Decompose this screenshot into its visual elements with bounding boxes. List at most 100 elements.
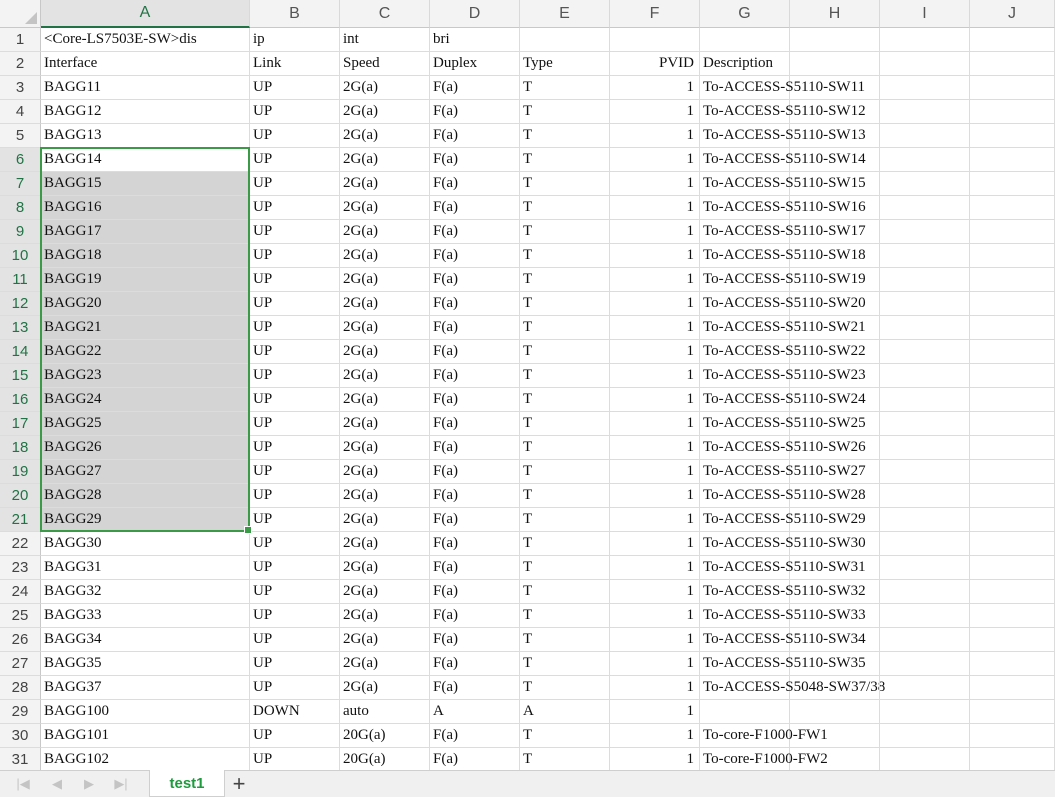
cell-h31[interactable] (790, 748, 880, 770)
cell-f1[interactable] (610, 28, 700, 52)
row-header[interactable]: 12 (0, 292, 41, 316)
cell-c13[interactable]: 2G(a) (340, 316, 430, 340)
cell-i3[interactable] (880, 76, 970, 100)
row-header[interactable]: 8 (0, 196, 41, 220)
cell-e13[interactable]: T (520, 316, 610, 340)
cell-d2[interactable]: Duplex (430, 52, 520, 76)
row-header[interactable]: 4 (0, 100, 41, 124)
column-header-e[interactable]: E (520, 0, 610, 28)
row-header[interactable]: 28 (0, 676, 41, 700)
cell-g29[interactable] (700, 700, 790, 724)
row-header[interactable]: 25 (0, 604, 41, 628)
cell-a25[interactable]: BAGG33 (41, 604, 250, 628)
cell-h19[interactable] (790, 460, 880, 484)
cell-d8[interactable]: F(a) (430, 196, 520, 220)
cell-f3[interactable]: 1 (610, 76, 700, 100)
cell-j2[interactable] (970, 52, 1055, 76)
row-header[interactable]: 23 (0, 556, 41, 580)
column-header-b[interactable]: B (250, 0, 340, 28)
cell-g2[interactable]: Description (700, 52, 790, 76)
cell-j14[interactable] (970, 340, 1055, 364)
cell-b15[interactable]: UP (250, 364, 340, 388)
row-header[interactable]: 19 (0, 460, 41, 484)
cell-j13[interactable] (970, 316, 1055, 340)
cell-e23[interactable]: T (520, 556, 610, 580)
row-header[interactable]: 5 (0, 124, 41, 148)
cell-g7[interactable]: To-ACCESS-S5110-SW15 (700, 172, 866, 196)
cell-i8[interactable] (880, 196, 970, 220)
cell-j18[interactable] (970, 436, 1055, 460)
cell-h1[interactable] (790, 28, 880, 52)
cell-g18[interactable]: To-ACCESS-S5110-SW26 (700, 436, 866, 460)
cell-b10[interactable]: UP (250, 244, 340, 268)
cell-j3[interactable] (970, 76, 1055, 100)
cell-h21[interactable] (790, 508, 880, 532)
cell-j28[interactable] (970, 676, 1055, 700)
cell-c21[interactable]: 2G(a) (340, 508, 430, 532)
cell-i1[interactable] (880, 28, 970, 52)
cell-h8[interactable] (790, 196, 880, 220)
cell-f12[interactable]: 1 (610, 292, 700, 316)
column-header-g[interactable]: G (700, 0, 790, 28)
cell-f21[interactable]: 1 (610, 508, 700, 532)
cell-f9[interactable]: 1 (610, 220, 700, 244)
cell-j30[interactable] (970, 724, 1055, 748)
cell-f28[interactable]: 1 (610, 676, 700, 700)
cell-g8[interactable]: To-ACCESS-S5110-SW16 (700, 196, 866, 220)
cell-f10[interactable]: 1 (610, 244, 700, 268)
cell-d23[interactable]: F(a) (430, 556, 520, 580)
cell-c30[interactable]: 20G(a) (340, 724, 430, 748)
cell-f11[interactable]: 1 (610, 268, 700, 292)
cell-d16[interactable]: F(a) (430, 388, 520, 412)
cell-j12[interactable] (970, 292, 1055, 316)
last-sheet-icon[interactable]: ▶| (112, 776, 130, 792)
cell-i18[interactable] (880, 436, 970, 460)
cell-a23[interactable]: BAGG31 (41, 556, 250, 580)
cell-j4[interactable] (970, 100, 1055, 124)
cell-f23[interactable]: 1 (610, 556, 700, 580)
cell-f4[interactable]: 1 (610, 100, 700, 124)
cell-h24[interactable] (790, 580, 880, 604)
cell-j8[interactable] (970, 196, 1055, 220)
cell-j1[interactable] (970, 28, 1055, 52)
cell-a21[interactable]: BAGG29 (41, 508, 250, 532)
row-header[interactable]: 17 (0, 412, 41, 436)
cell-a17[interactable]: BAGG25 (41, 412, 250, 436)
cell-b16[interactable]: UP (250, 388, 340, 412)
row-header[interactable]: 18 (0, 436, 41, 460)
cell-d22[interactable]: F(a) (430, 532, 520, 556)
cell-c19[interactable]: 2G(a) (340, 460, 430, 484)
cell-a12[interactable]: BAGG20 (41, 292, 250, 316)
cell-d9[interactable]: F(a) (430, 220, 520, 244)
add-sheet-button[interactable]: + (228, 771, 250, 796)
row-header[interactable]: 2 (0, 52, 41, 76)
cell-b23[interactable]: UP (250, 556, 340, 580)
cell-e15[interactable]: T (520, 364, 610, 388)
cell-b9[interactable]: UP (250, 220, 340, 244)
cell-e29[interactable]: A (520, 700, 610, 724)
cell-e2[interactable]: Type (520, 52, 610, 76)
cell-h3[interactable] (790, 76, 880, 100)
cell-g26[interactable]: To-ACCESS-S5110-SW34 (700, 628, 866, 652)
cell-d6[interactable]: F(a) (430, 148, 520, 172)
cell-h2[interactable] (790, 52, 880, 76)
cell-h25[interactable] (790, 604, 880, 628)
row-header[interactable]: 10 (0, 244, 41, 268)
cell-c12[interactable]: 2G(a) (340, 292, 430, 316)
cell-d3[interactable]: F(a) (430, 76, 520, 100)
cell-b31[interactable]: UP (250, 748, 340, 770)
spreadsheet-grid[interactable]: A B C D E F G H I J 1 <Core-LS7503E-SW>dis ip int bri 2… (0, 0, 1055, 770)
cell-i12[interactable] (880, 292, 970, 316)
cell-d20[interactable]: F(a) (430, 484, 520, 508)
cell-b26[interactable]: UP (250, 628, 340, 652)
cell-a18[interactable]: BAGG26 (41, 436, 250, 460)
cell-d26[interactable]: F(a) (430, 628, 520, 652)
cell-e17[interactable]: T (520, 412, 610, 436)
cell-g10[interactable]: To-ACCESS-S5110-SW18 (700, 244, 866, 268)
cell-d25[interactable]: F(a) (430, 604, 520, 628)
cell-j10[interactable] (970, 244, 1055, 268)
cell-h13[interactable] (790, 316, 880, 340)
cell-g13[interactable]: To-ACCESS-S5110-SW21 (700, 316, 866, 340)
cell-b3[interactable]: UP (250, 76, 340, 100)
cell-i27[interactable] (880, 652, 970, 676)
